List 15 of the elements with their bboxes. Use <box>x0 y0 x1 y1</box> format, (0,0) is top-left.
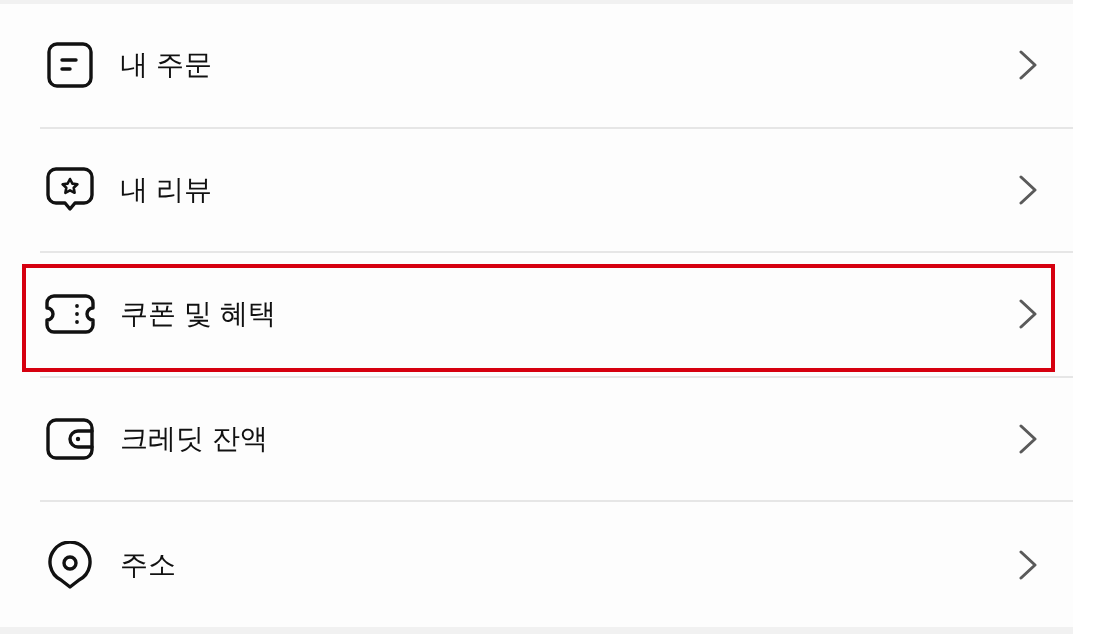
menu-row[interactable]: 쿠폰 및 혜택 <box>0 253 1073 376</box>
chevron-right-icon <box>1019 424 1037 455</box>
chevron-right-icon <box>1019 299 1037 330</box>
menu-row[interactable]: 내 주문 <box>0 4 1073 127</box>
document-icon <box>47 42 93 89</box>
menu-row[interactable]: 내 리뷰 <box>0 128 1073 252</box>
chevron-right-icon <box>1019 174 1037 205</box>
menu-row[interactable]: 크레딧 잔액 <box>0 377 1073 501</box>
map-pin-icon <box>47 540 93 589</box>
chevron-right-icon <box>1019 549 1037 580</box>
star-speech-bubble-icon <box>46 166 94 213</box>
wallet-icon <box>46 418 94 461</box>
ticket-icon <box>45 294 95 335</box>
menu-row[interactable]: 주소 <box>0 502 1073 627</box>
chevron-right-icon <box>1019 50 1037 81</box>
